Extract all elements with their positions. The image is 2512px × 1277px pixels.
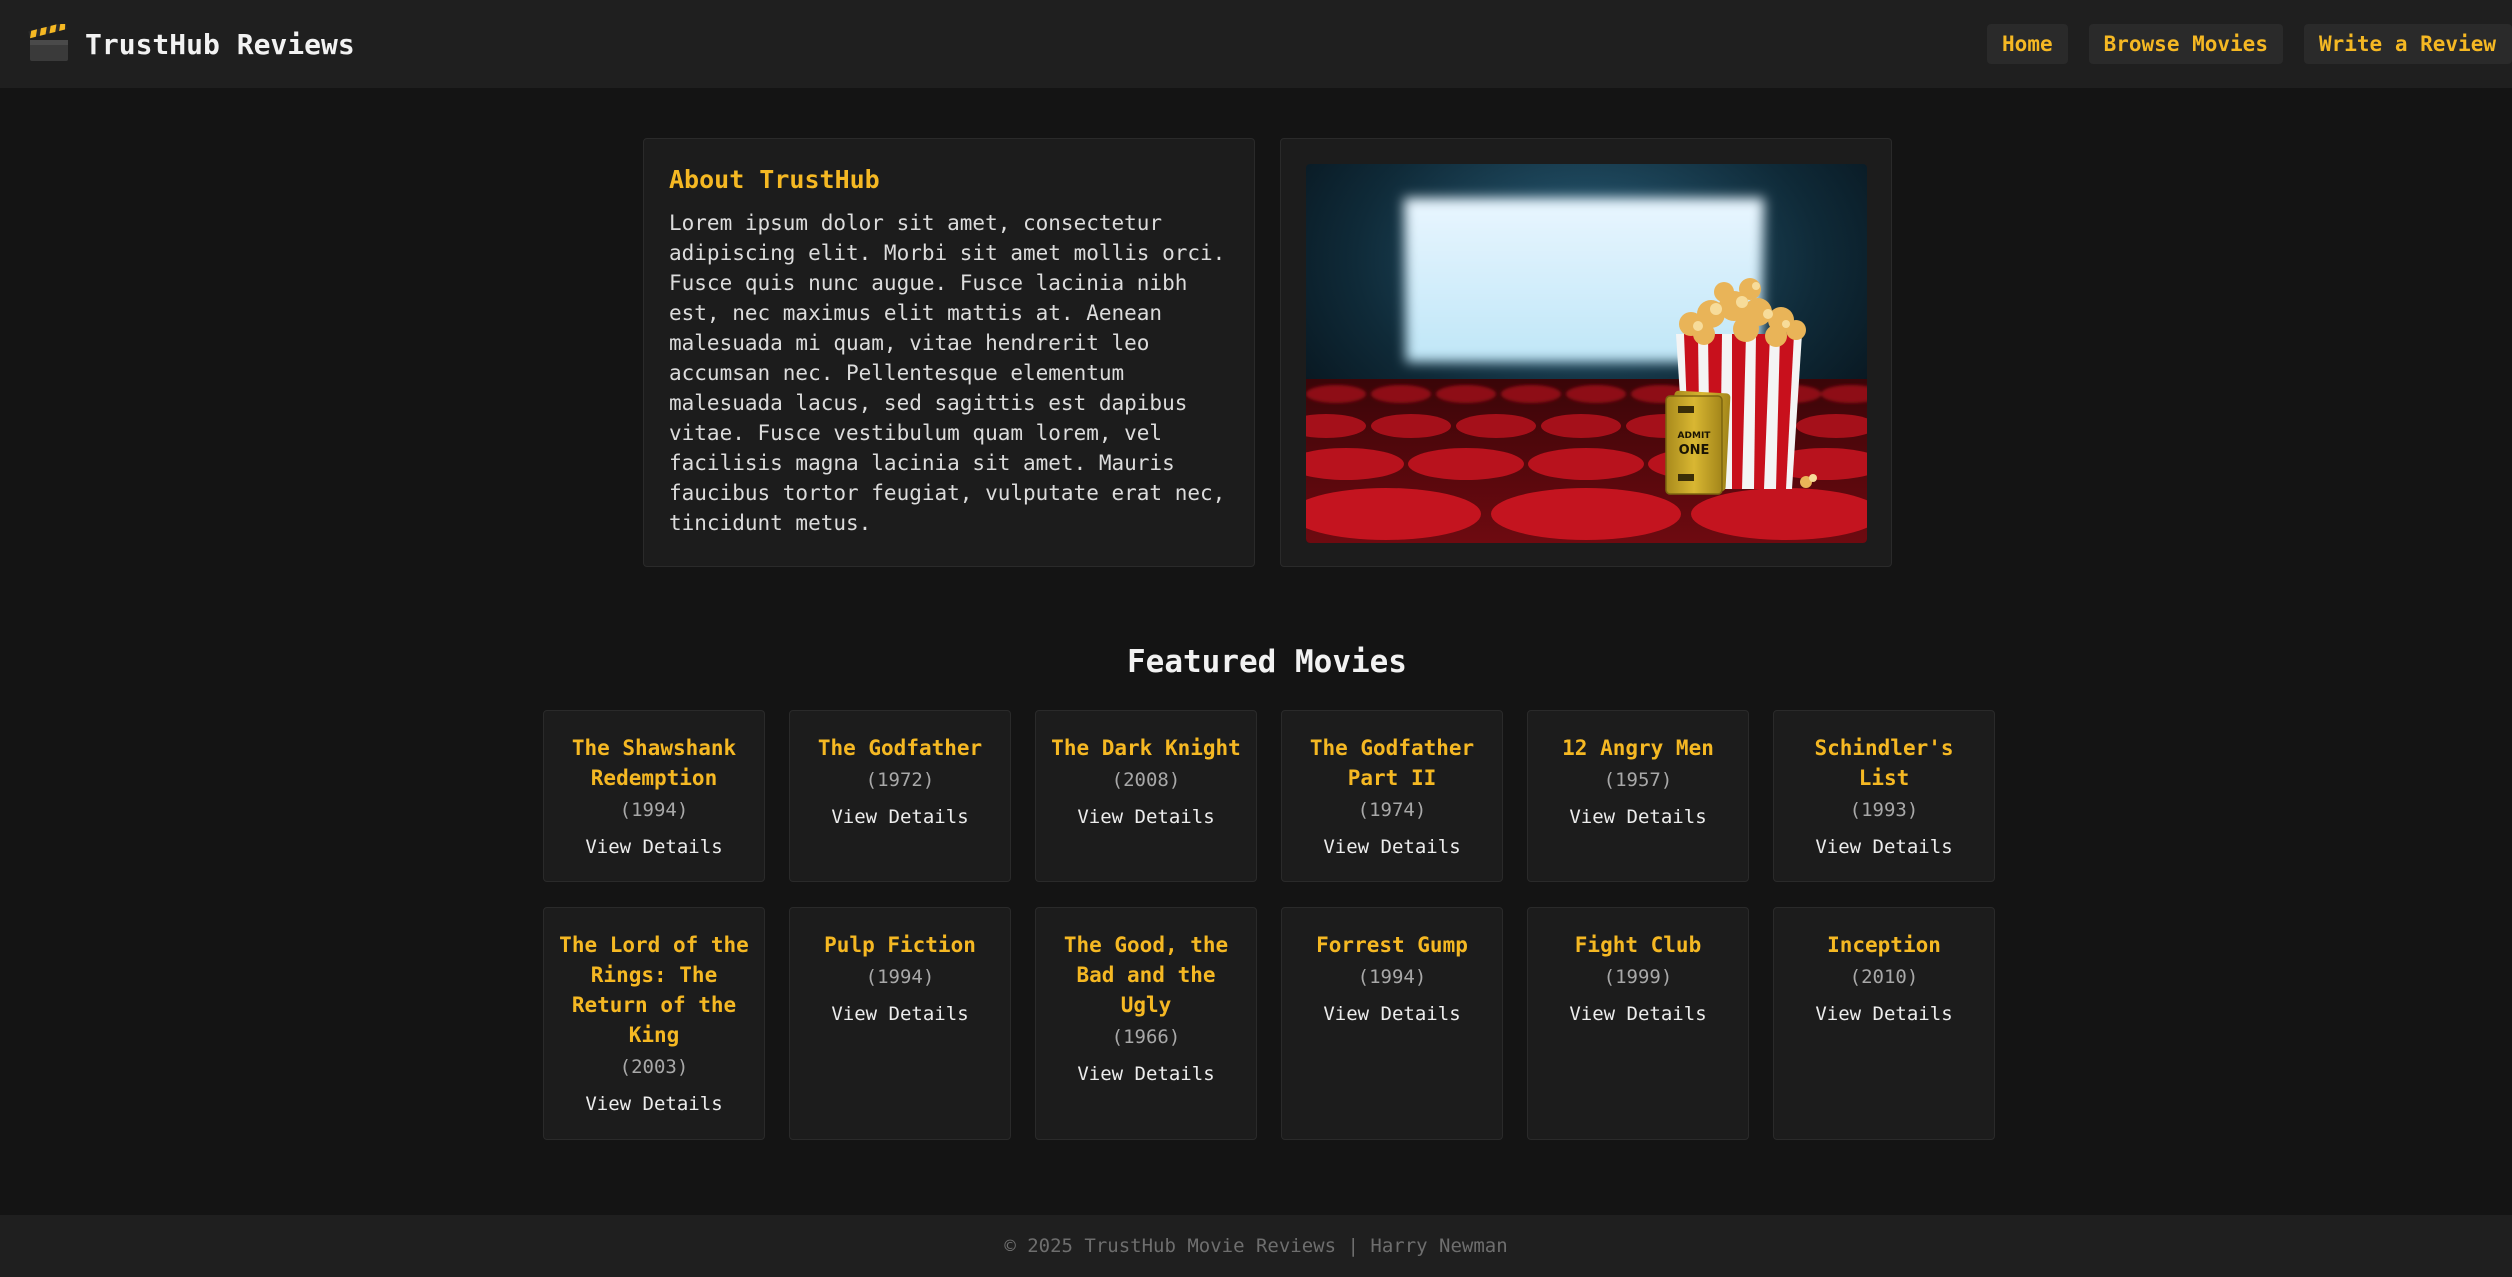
movie-year: (1966) [1111,1026,1181,1048]
movie-year: (1974) [1357,799,1427,821]
movie-title[interactable]: Inception [1784,930,1984,960]
view-details-link[interactable]: View Details [1046,1059,1246,1089]
view-details-link[interactable]: View Details [554,1089,754,1119]
movie-card[interactable]: The Lord of the Rings: The Return of the… [543,907,765,1140]
movie-title[interactable]: Schindler's List [1784,733,1984,793]
site-header: TrustHub Reviews Home Browse Movies Writ… [0,0,2512,88]
movie-card[interactable]: Forrest Gump (1994) View Details [1281,907,1503,1140]
movie-year: (1993) [1849,799,1919,821]
movie-title[interactable]: Fight Club [1538,930,1738,960]
nav-write-review[interactable]: Write a Review [2303,24,2512,64]
movie-title[interactable]: The Dark Knight [1046,733,1246,763]
nav-home[interactable]: Home [1987,24,2068,64]
movie-year: (1994) [1357,966,1427,988]
brand-title: TrustHub Reviews [85,27,355,61]
movie-card[interactable]: The Dark Knight (2008) View Details [1035,710,1257,882]
clapperboard-icon [28,24,68,61]
featured-heading: Featured Movies [1127,644,1407,680]
movie-title[interactable]: The Good, the Bad and the Ugly [1046,930,1246,1020]
movie-card[interactable]: Schindler's List (1993) View Details [1773,710,1995,882]
movie-year: (1994) [619,799,689,821]
movie-year: (1972) [865,769,935,791]
view-details-link[interactable]: View Details [1292,999,1492,1029]
movie-title[interactable]: The Godfather Part II [1292,733,1492,793]
view-details-link[interactable]: View Details [1292,832,1492,862]
view-details-link[interactable]: View Details [1784,999,1984,1029]
about-card: About TrustHub Lorem ipsum dolor sit ame… [643,138,1255,567]
view-details-link[interactable]: View Details [1046,802,1246,832]
nav-browse-movies[interactable]: Browse Movies [2088,24,2283,64]
view-details-link[interactable]: View Details [800,802,1000,832]
about-title: About TrustHub [669,165,880,194]
brand[interactable]: TrustHub Reviews [27,24,355,64]
cinema-image: ADMIT ONE [1306,164,1867,543]
view-details-link[interactable]: View Details [1784,832,1984,862]
view-details-link[interactable]: View Details [1538,999,1738,1029]
movie-card[interactable]: Inception (2010) View Details [1773,907,1995,1140]
movie-card[interactable]: The Godfather Part II (1974) View Detail… [1281,710,1503,882]
view-details-link[interactable]: View Details [800,999,1000,1029]
movie-card[interactable]: The Godfather (1972) View Details [789,710,1011,882]
movie-year: (2003) [619,1056,689,1078]
movie-year: (1999) [1603,966,1673,988]
ticket-admit-text: ADMIT [1678,431,1712,441]
movie-title[interactable]: Forrest Gump [1292,930,1492,960]
movie-card[interactable]: Fight Club (1999) View Details [1527,907,1749,1140]
movie-title[interactable]: Pulp Fiction [800,930,1000,960]
movie-year: (2008) [1111,769,1181,791]
movie-year: (1957) [1603,769,1673,791]
ticket-one-text: ONE [1679,443,1710,458]
movie-title[interactable]: The Lord of the Rings: The Return of the… [554,930,754,1050]
site-footer: © 2025 TrustHub Movie Reviews | Harry Ne… [0,1215,2512,1277]
main-nav: Home Browse Movies Write a Review [1966,24,2512,64]
movie-card[interactable]: 12 Angry Men (1957) View Details [1527,710,1749,882]
view-details-link[interactable]: View Details [554,832,754,862]
movie-title[interactable]: The Shawshank Redemption [554,733,754,793]
view-details-link[interactable]: View Details [1538,802,1738,832]
movie-year: (2010) [1849,966,1919,988]
movie-year: (1994) [865,966,935,988]
movie-card[interactable]: Pulp Fiction (1994) View Details [789,907,1011,1140]
about-body: Lorem ipsum dolor sit amet, consectetur … [669,211,1226,535]
movie-card[interactable]: The Shawshank Redemption (1994) View Det… [543,710,765,882]
movie-card[interactable]: The Good, the Bad and the Ugly (1966) Vi… [1035,907,1257,1140]
movie-title[interactable]: The Godfather [800,733,1000,763]
hero-image-card: ADMIT ONE [1280,138,1892,567]
movie-title[interactable]: 12 Angry Men [1538,733,1738,763]
